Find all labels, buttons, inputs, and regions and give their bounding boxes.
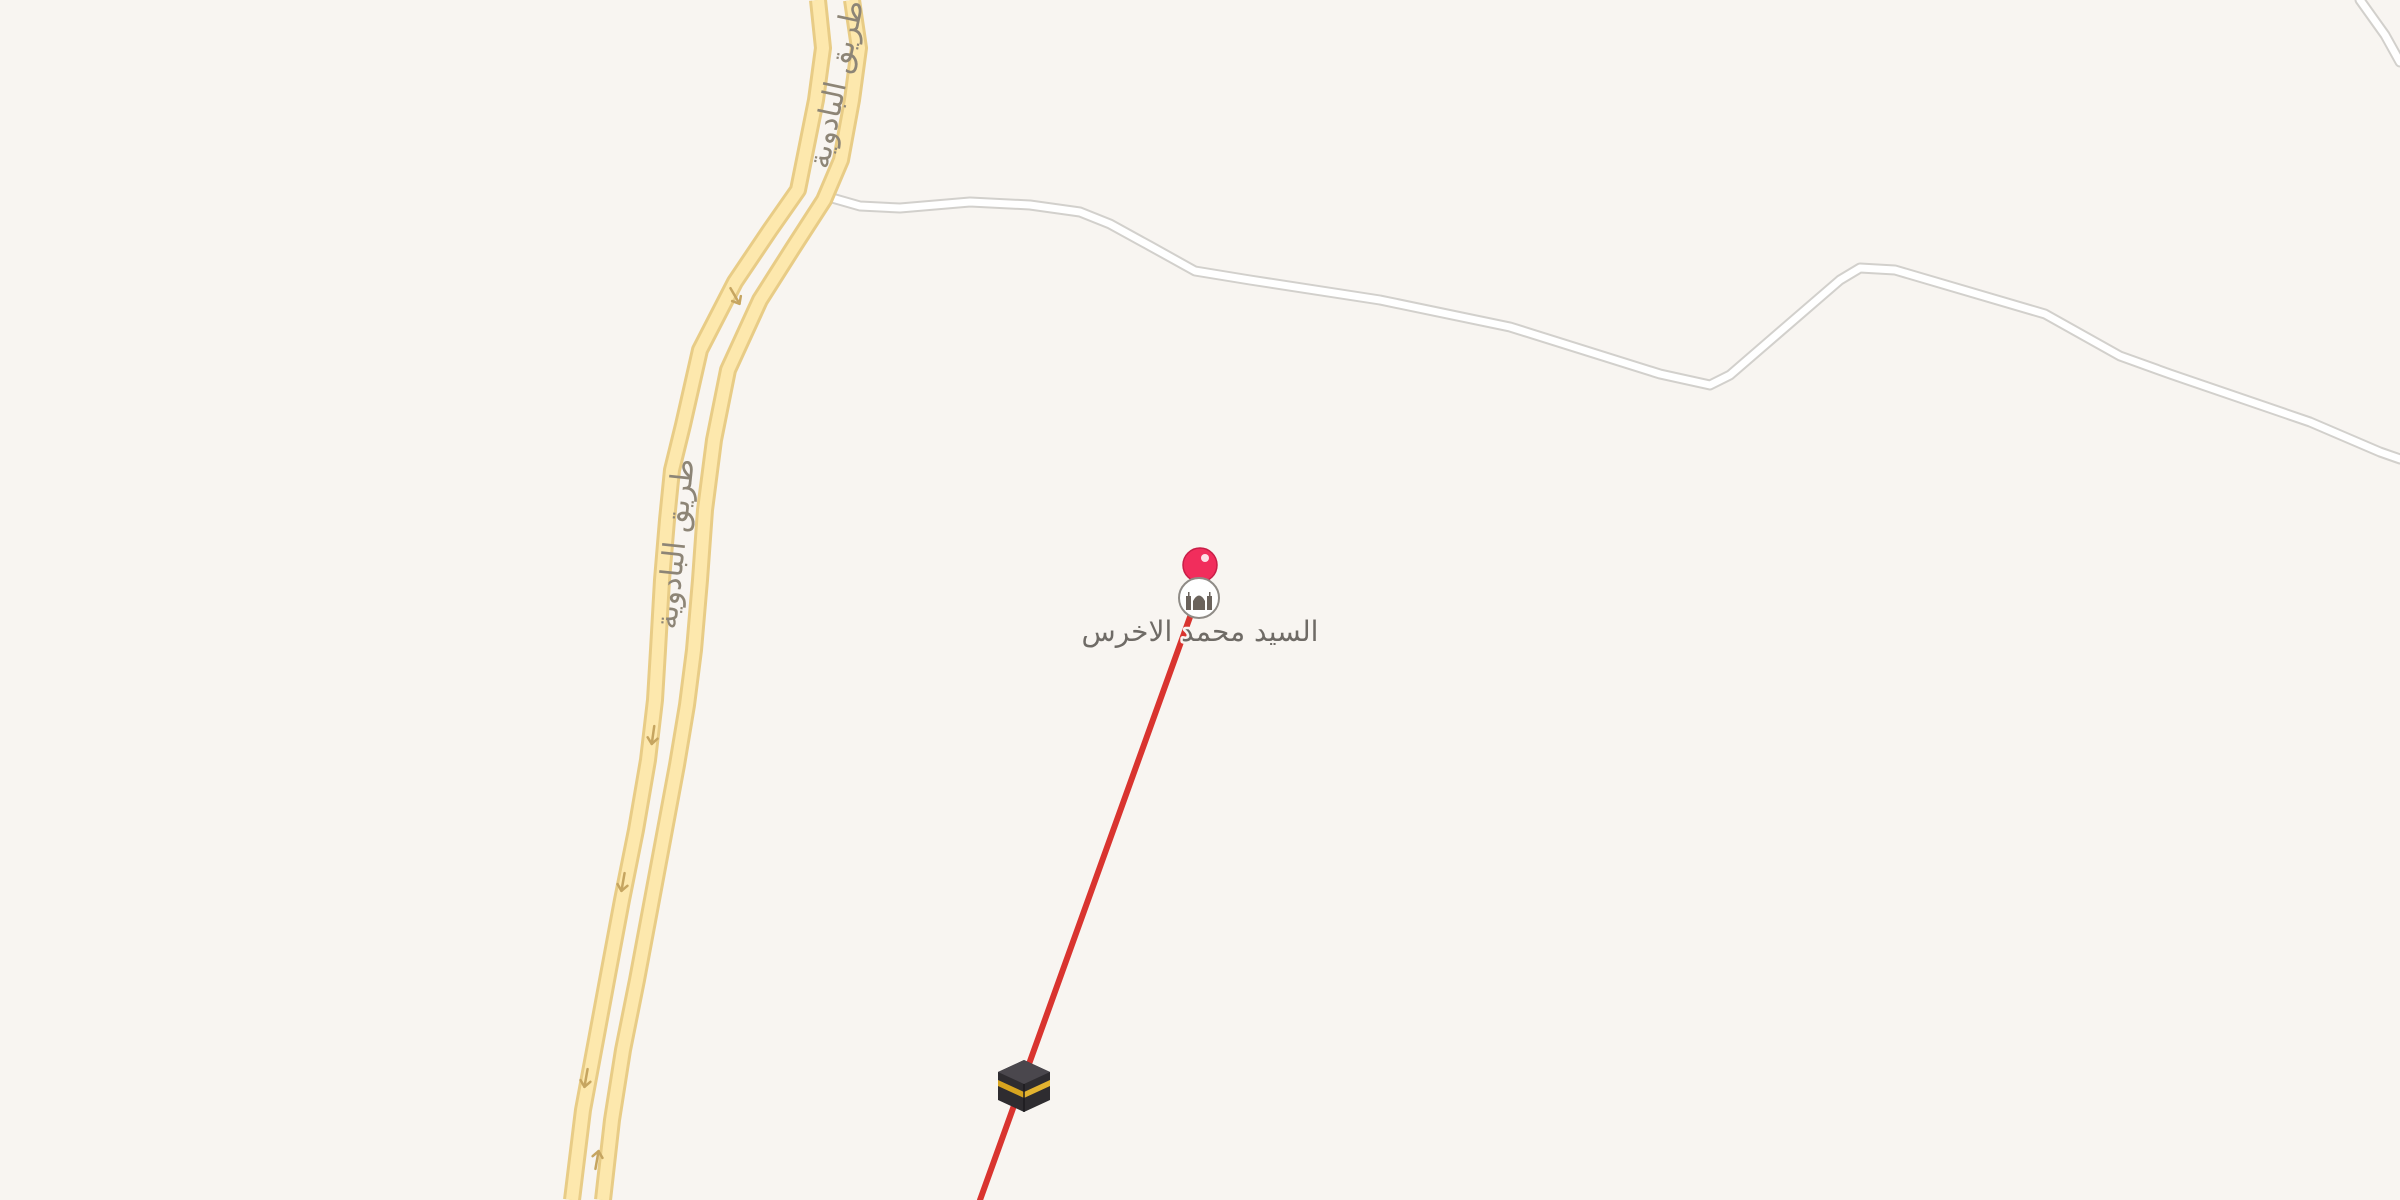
location-pin-icon[interactable] <box>1182 547 1218 583</box>
map-canvas[interactable]: طريق البادوية طريق البادوية السيد محمد ا… <box>0 0 2400 1200</box>
mosque-icon[interactable] <box>1178 577 1220 619</box>
poi-label: السيد محمد الاخرس <box>1082 615 1319 648</box>
map-svg: طريق البادوية طريق البادوية السيد محمد ا… <box>0 0 2400 1200</box>
